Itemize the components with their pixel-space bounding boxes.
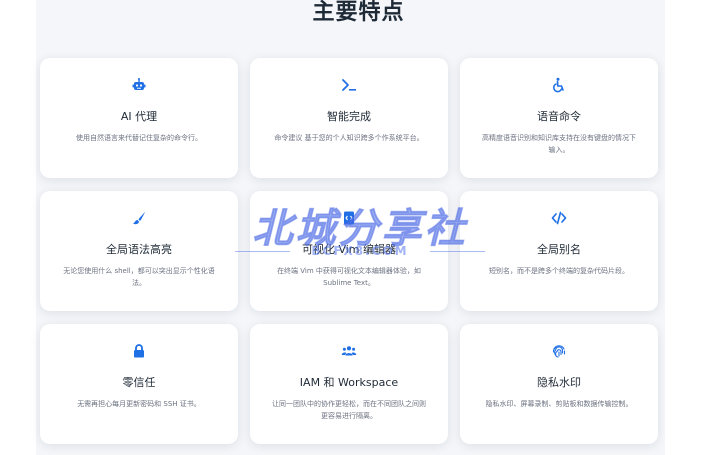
feature-description: 短别名，而不是跨多个终端的复杂代码片段。 <box>489 267 629 275</box>
fingerprint-icon <box>460 342 658 360</box>
feature-description: 无论您使用什么 shell，都可以突出显示个性化语法。 <box>63 267 215 287</box>
feature-title: IAM 和 Workspace <box>299 376 399 389</box>
lock-icon <box>40 342 238 360</box>
feature-title: 可视化 Vim 编辑器 <box>301 243 397 256</box>
feature-card-ai-agent: AI 代理 使用自然语言来代替记住复杂的命令行。 <box>40 58 238 178</box>
feature-card-syntax-highlight: 全局语法高亮 无论您使用什么 shell，都可以突出显示个性化语法。 <box>40 191 238 311</box>
feature-description: 使用自然语言来代替记住复杂的命令行。 <box>76 134 202 142</box>
feature-title: 智能完成 <box>327 110 371 123</box>
feature-description: 让同一团队中的协作更轻松，而在不同团队之间则更容易进行隔离。 <box>272 400 426 420</box>
features-grid: AI 代理 使用自然语言来代替记住复杂的命令行。 智能完成 命令建议 基于您的个… <box>40 58 658 444</box>
feature-title: 全局别名 <box>537 243 581 256</box>
users-icon <box>250 342 448 360</box>
feature-description: 隐私水印、屏幕录制、剪贴板和数据传输控制。 <box>485 400 633 408</box>
feature-description: 命令建议 基于您的个人知识跨多个作系统平台。 <box>274 134 424 142</box>
feature-title: 语音命令 <box>537 110 581 123</box>
feature-card-iam-workspace: IAM 和 Workspace 让同一团队中的协作更轻松，而在不同团队之间则更容… <box>250 324 448 444</box>
accessibility-icon <box>460 76 658 94</box>
section-title: 主要特点 <box>312 0 405 25</box>
feature-card-global-alias: 全局别名 短别名，而不是跨多个终端的复杂代码片段。 <box>460 191 658 311</box>
feature-title: 零信任 <box>122 376 156 389</box>
feature-title: 全局语法高亮 <box>106 243 172 256</box>
feature-description: 无需再担心每月更新密码和 SSH 证书。 <box>77 400 201 408</box>
terminal-icon <box>250 76 448 94</box>
feature-title: 隐私水印 <box>537 376 581 389</box>
feature-description: 在终端 Vim 中获得可视化文本编辑器体验，如 Sublime Text。 <box>277 267 421 287</box>
feature-card-smart-completion: 智能完成 命令建议 基于您的个人知识跨多个作系统平台。 <box>250 58 448 178</box>
feature-title: AI 代理 <box>120 110 158 123</box>
robot-icon <box>40 76 238 94</box>
code-icon <box>460 209 658 227</box>
feature-description: 高精度语音识别和知识库支持在没有键盘的情况下输入。 <box>482 134 636 154</box>
feature-card-vim-editor: 可视化 Vim 编辑器 在终端 Vim 中获得可视化文本编辑器体验，如 Subl… <box>250 191 448 311</box>
feature-card-privacy-watermark: 隐私水印 隐私水印、屏幕录制、剪贴板和数据传输控制。 <box>460 324 658 444</box>
feature-card-voice-commands: 语音命令 高精度语音识别和知识库支持在没有键盘的情况下输入。 <box>460 58 658 178</box>
paintbrush-icon <box>40 209 238 227</box>
editor-icon <box>250 209 448 227</box>
feature-card-zero-trust: 零信任 无需再担心每月更新密码和 SSH 证书。 <box>40 324 238 444</box>
